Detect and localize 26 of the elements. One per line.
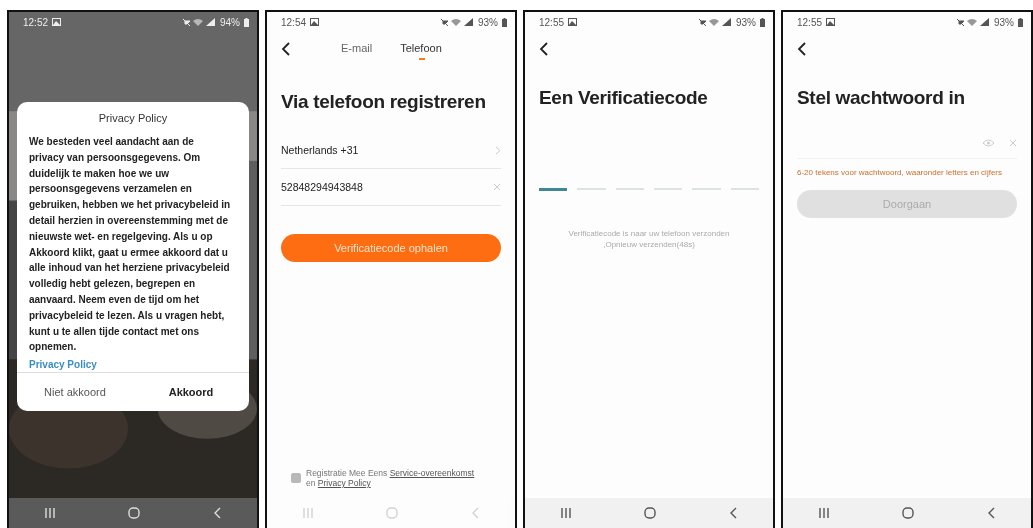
agreement-text: Registratie Mee Eens — [306, 468, 388, 478]
battery-percent: 94% — [220, 16, 240, 28]
page-title: Via telefoon registreren — [281, 90, 486, 114]
privacy-policy-link[interactable]: Privacy Policy — [17, 355, 109, 373]
tab[interactable]: E-mail — [341, 42, 373, 60]
tab[interactable]: Telefoon — [400, 42, 442, 60]
dialog-title: Privacy Policy — [97, 112, 169, 124]
decline-button[interactable]: Niet akkoord — [17, 373, 133, 412]
service-agreement-link[interactable]: Service-overeenkomst — [389, 468, 475, 478]
phone-field[interactable]: 52848294943848 — [281, 181, 431, 193]
status-time: 12:55 — [539, 16, 565, 28]
status-time: 12:55 — [797, 16, 823, 28]
battery-percent: 93% — [478, 16, 498, 28]
battery-percent: 93% — [994, 16, 1014, 28]
dialog-body: We besteden veel aandacht aan de privacy van persoonsgegevens. Om duidelijk te maken hoe we uw persoonsgegevens verzamelen en gebruiken, hebben we het privacybeleid in detail herzien in overeenstemming met de nieuwste wet- en regelgeving. Als u op Akkoord klikt, gaat u ermee akkoord dat u alle inhoud van het herziene privacybeleid volledig hebt gelezen, begrepen en aanvaard. Neem even de tijd om het privacybeleid te lezen. Als u vragen hebt, kunt u te allen tijde contact met ons opnemen. — [28, 135, 232, 355]
status-time: 12:52 — [23, 16, 49, 28]
country-selector[interactable]: Netherlands +31 — [281, 132, 501, 169]
agreement-text: en — [306, 478, 316, 488]
battery-percent: 93% — [736, 16, 756, 28]
privacy-policy-link[interactable]: Privacy Policy — [317, 478, 371, 488]
status-time: 12:54 — [281, 16, 307, 28]
sent-message: Verificatiecode is naar uw telefoon verzonden — [568, 229, 730, 238]
page-title: Een Verificatiecode — [539, 86, 708, 110]
accept-button[interactable]: Akkoord — [133, 373, 249, 412]
password-hint: 6-20 tekens voor wachtwoord, waaronder letters en cijfers — [797, 167, 1003, 178]
page-title: Stel wachtwoord in — [797, 86, 965, 110]
